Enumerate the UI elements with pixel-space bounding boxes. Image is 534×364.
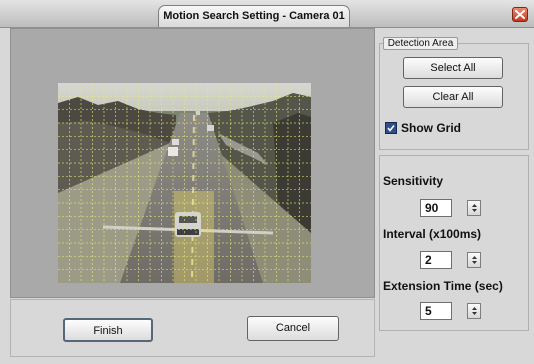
camera-video-preview[interactable]	[58, 83, 311, 283]
finish-button[interactable]: Finish	[63, 318, 153, 342]
window-title: Motion Search Setting - Camera 01	[158, 5, 350, 27]
clear-all-button[interactable]: Clear All	[403, 86, 503, 108]
extension-time-input[interactable]: 5	[420, 302, 452, 320]
close-button[interactable]	[512, 7, 528, 22]
detection-area-tab[interactable]: Detection Area	[383, 37, 458, 50]
show-grid-checkbox[interactable]	[385, 122, 397, 134]
title-bar[interactable]: Motion Search Setting - Camera 01	[0, 0, 534, 28]
extension-time-label: Extension Time (sec)	[383, 279, 503, 293]
cancel-button[interactable]: Cancel	[247, 316, 339, 341]
video-panel	[10, 28, 375, 298]
sensitivity-input[interactable]: 90	[420, 199, 452, 217]
interval-input[interactable]: 2	[420, 251, 452, 269]
select-all-button[interactable]: Select All	[403, 57, 503, 79]
show-grid-label[interactable]: Show Grid	[401, 121, 461, 135]
extension-time-spinner[interactable]	[467, 303, 481, 319]
spin-arrows-icon	[472, 256, 477, 264]
sensitivity-label: Sensitivity	[383, 174, 444, 188]
interval-label: Interval (x100ms)	[383, 227, 482, 241]
close-icon	[515, 10, 525, 19]
checkmark-icon	[387, 125, 395, 132]
motion-search-window: Motion Search Setting - Camera 01 Finish…	[0, 0, 534, 364]
interval-spinner[interactable]	[467, 252, 481, 268]
spin-arrows-icon	[472, 307, 477, 315]
spin-arrows-icon	[472, 204, 477, 212]
sensitivity-spinner[interactable]	[467, 200, 481, 216]
